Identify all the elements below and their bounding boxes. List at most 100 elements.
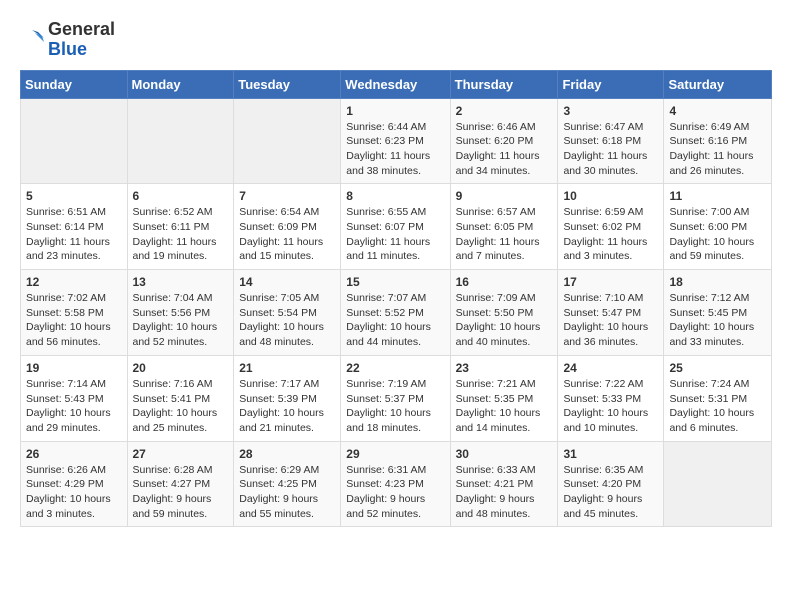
calendar-cell: [21, 98, 128, 184]
day-info: Sunrise: 7:02 AM Sunset: 5:58 PM Dayligh…: [26, 291, 122, 350]
weekday-header-friday: Friday: [558, 70, 664, 98]
calendar-cell: 19Sunrise: 7:14 AM Sunset: 5:43 PM Dayli…: [21, 355, 128, 441]
day-info: Sunrise: 6:29 AM Sunset: 4:25 PM Dayligh…: [239, 463, 335, 522]
calendar-cell: 9Sunrise: 6:57 AM Sunset: 6:05 PM Daylig…: [450, 184, 558, 270]
day-info: Sunrise: 7:07 AM Sunset: 5:52 PM Dayligh…: [346, 291, 444, 350]
weekday-header-thursday: Thursday: [450, 70, 558, 98]
calendar-cell: 16 Sunrise: 7:09 AM Sunset: 5:50 PM Dayli…: [450, 270, 558, 356]
day-number: 2: [456, 104, 553, 118]
day-info: Sunrise: 6:49 AM Sunset: 6:16 PM Dayligh…: [669, 120, 766, 179]
day-info: Sunrise: 6:35 AM Sunset: 4:20 PM Dayligh…: [563, 463, 658, 522]
day-info: Sunrise: 7:12 AM Sunset: 5:45 PM Dayligh…: [669, 291, 766, 350]
day-info: Sunrise: 6:55 AM Sunset: 6:07 PM Dayligh…: [346, 205, 444, 264]
day-info: Sunrise: 6:52 AM Sunset: 6:11 PM Dayligh…: [133, 205, 229, 264]
day-number: 8: [346, 189, 444, 203]
calendar-cell: 8 Sunrise: 6:55 AM Sunset: 6:07 PM Daylig…: [341, 184, 450, 270]
calendar-cell: [127, 98, 234, 184]
logo-bird-icon: [20, 26, 44, 54]
calendar-cell: 1 Sunrise: 6:44 AM Sunset: 6:23 PM Daylig…: [341, 98, 450, 184]
day-number: 22: [346, 361, 444, 375]
day-number: 26: [26, 447, 122, 461]
calendar-cell: 14Sunrise: 7:05 AM Sunset: 5:54 PM Dayli…: [234, 270, 341, 356]
day-number: 12: [26, 275, 122, 289]
calendar-cell: 13 Sunrise: 7:04 AM Sunset: 5:56 PM Dayli…: [127, 270, 234, 356]
day-info: Sunrise: 7:24 AM Sunset: 5:31 PM Dayligh…: [669, 377, 766, 436]
calendar-cell: 25 Sunrise: 7:24 AM Sunset: 5:31 PM Dayli…: [664, 355, 772, 441]
day-info: Sunrise: 7:16 AM Sunset: 5:41 PM Dayligh…: [133, 377, 229, 436]
day-info: Sunrise: 6:46 AM Sunset: 6:20 PM Dayligh…: [456, 120, 553, 179]
day-number: 20: [133, 361, 229, 375]
day-number: 3: [563, 104, 658, 118]
calendar-cell: 15 Sunrise: 7:07 AM Sunset: 5:52 PM Dayli…: [341, 270, 450, 356]
calendar-cell: 6 Sunrise: 6:52 AM Sunset: 6:11 PM Daylig…: [127, 184, 234, 270]
day-number: 10: [563, 189, 658, 203]
day-info: Sunrise: 6:31 AM Sunset: 4:23 PM Dayligh…: [346, 463, 444, 522]
week-row-2: 5 Sunrise: 6:51 AM Sunset: 6:14 PM Daylig…: [21, 184, 772, 270]
day-number: 9: [456, 189, 553, 203]
day-number: 14: [239, 275, 335, 289]
day-info: Sunrise: 6:28 AM Sunset: 4:27 PM Dayligh…: [133, 463, 229, 522]
day-number: 29: [346, 447, 444, 461]
weekday-header-row: SundayMondayTuesdayWednesdayThursdayFrid…: [21, 70, 772, 98]
calendar-cell: 2 Sunrise: 6:46 AM Sunset: 6:20 PM Daylig…: [450, 98, 558, 184]
calendar-cell: [664, 441, 772, 527]
calendar-cell: 12 Sunrise: 7:02 AM Sunset: 5:58 PM Dayli…: [21, 270, 128, 356]
day-number: 28: [239, 447, 335, 461]
week-row-1: 1 Sunrise: 6:44 AM Sunset: 6:23 PM Daylig…: [21, 98, 772, 184]
calendar-cell: 18 Sunrise: 7:12 AM Sunset: 5:45 PM Dayli…: [664, 270, 772, 356]
day-number: 13: [133, 275, 229, 289]
calendar-cell: 30 Sunrise: 6:33 AM Sunset: 4:21 PM Dayli…: [450, 441, 558, 527]
weekday-header-wednesday: Wednesday: [341, 70, 450, 98]
day-info: Sunrise: 7:09 AM Sunset: 5:50 PM Dayligh…: [456, 291, 553, 350]
day-info: Sunrise: 6:59 AM Sunset: 6:02 PM Dayligh…: [563, 205, 658, 264]
calendar-cell: 23 Sunrise: 7:21 AM Sunset: 5:35 PM Dayli…: [450, 355, 558, 441]
week-row-4: 19Sunrise: 7:14 AM Sunset: 5:43 PM Dayli…: [21, 355, 772, 441]
day-info: Sunrise: 6:51 AM Sunset: 6:14 PM Dayligh…: [26, 205, 122, 264]
calendar-cell: 24Sunrise: 7:22 AM Sunset: 5:33 PM Dayli…: [558, 355, 664, 441]
calendar-cell: 17Sunrise: 7:10 AM Sunset: 5:47 PM Dayli…: [558, 270, 664, 356]
logo-general-text: General: [48, 20, 115, 40]
day-info: Sunrise: 6:44 AM Sunset: 6:23 PM Dayligh…: [346, 120, 444, 179]
day-info: Sunrise: 6:47 AM Sunset: 6:18 PM Dayligh…: [563, 120, 658, 179]
calendar-cell: 26Sunrise: 6:26 AM Sunset: 4:29 PM Dayli…: [21, 441, 128, 527]
week-row-3: 12 Sunrise: 7:02 AM Sunset: 5:58 PM Dayli…: [21, 270, 772, 356]
weekday-header-sunday: Sunday: [21, 70, 128, 98]
day-number: 23: [456, 361, 553, 375]
calendar-cell: 11Sunrise: 7:00 AM Sunset: 6:00 PM Dayli…: [664, 184, 772, 270]
day-number: 27: [133, 447, 229, 461]
day-info: Sunrise: 6:33 AM Sunset: 4:21 PM Dayligh…: [456, 463, 553, 522]
weekday-header-saturday: Saturday: [664, 70, 772, 98]
day-number: 6: [133, 189, 229, 203]
calendar-cell: 27 Sunrise: 6:28 AM Sunset: 4:27 PM Dayli…: [127, 441, 234, 527]
day-info: Sunrise: 7:14 AM Sunset: 5:43 PM Dayligh…: [26, 377, 122, 436]
day-info: Sunrise: 7:21 AM Sunset: 5:35 PM Dayligh…: [456, 377, 553, 436]
day-number: 15: [346, 275, 444, 289]
day-number: 7: [239, 189, 335, 203]
week-row-5: 26Sunrise: 6:26 AM Sunset: 4:29 PM Dayli…: [21, 441, 772, 527]
calendar-cell: 31 Sunrise: 6:35 AM Sunset: 4:20 PM Dayli…: [558, 441, 664, 527]
day-number: 18: [669, 275, 766, 289]
day-number: 17: [563, 275, 658, 289]
calendar-cell: 20 Sunrise: 7:16 AM Sunset: 5:41 PM Dayli…: [127, 355, 234, 441]
calendar-cell: [234, 98, 341, 184]
day-number: 30: [456, 447, 553, 461]
calendar-table: SundayMondayTuesdayWednesdayThursdayFrid…: [20, 70, 772, 528]
page-header: General Blue: [20, 20, 772, 60]
weekday-header-monday: Monday: [127, 70, 234, 98]
calendar-cell: 10 Sunrise: 6:59 AM Sunset: 6:02 PM Dayli…: [558, 184, 664, 270]
day-number: 16: [456, 275, 553, 289]
weekday-header-tuesday: Tuesday: [234, 70, 341, 98]
day-number: 25: [669, 361, 766, 375]
day-number: 1: [346, 104, 444, 118]
day-info: Sunrise: 6:54 AM Sunset: 6:09 PM Dayligh…: [239, 205, 335, 264]
day-info: Sunrise: 7:04 AM Sunset: 5:56 PM Dayligh…: [133, 291, 229, 350]
calendar-cell: 28 Sunrise: 6:29 AM Sunset: 4:25 PM Dayli…: [234, 441, 341, 527]
day-info: Sunrise: 7:19 AM Sunset: 5:37 PM Dayligh…: [346, 377, 444, 436]
day-number: 31: [563, 447, 658, 461]
logo-text: General Blue: [20, 20, 115, 60]
logo: General Blue: [20, 20, 115, 60]
calendar-cell: 22 Sunrise: 7:19 AM Sunset: 5:37 PM Dayli…: [341, 355, 450, 441]
calendar-cell: 7 Sunrise: 6:54 AM Sunset: 6:09 PM Daylig…: [234, 184, 341, 270]
day-number: 5: [26, 189, 122, 203]
day-info: Sunrise: 7:17 AM Sunset: 5:39 PM Dayligh…: [239, 377, 335, 436]
